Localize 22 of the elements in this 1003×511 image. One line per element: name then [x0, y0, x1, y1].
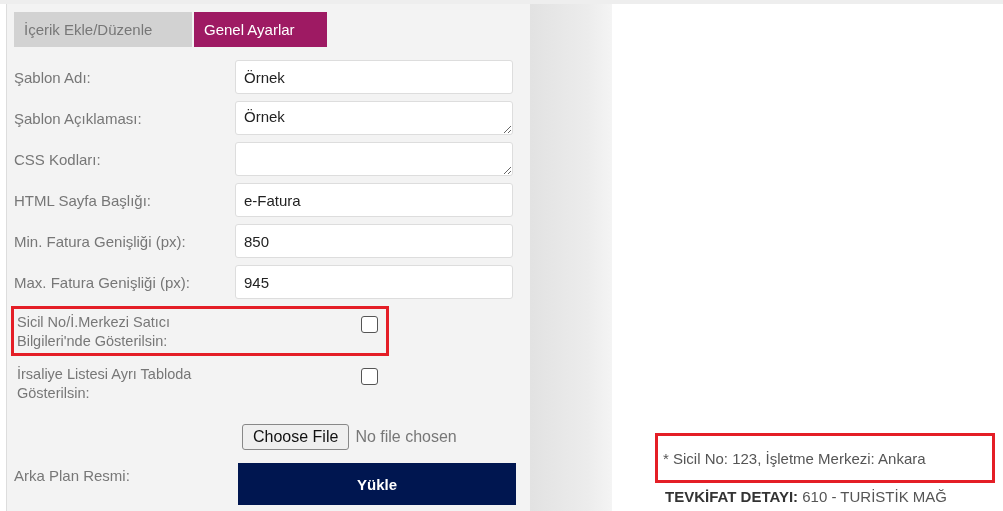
text-area[interactable]: Örnek — [235, 101, 513, 135]
input-field[interactable]: 850 — [235, 224, 513, 258]
field-label: Şablon Adı: — [14, 68, 92, 86]
field-label: HTML Sayfa Başlığı: — [14, 191, 152, 209]
checkbox[interactable] — [361, 316, 378, 333]
detail-text: TEVKİFAT DETAYI: 610 - TURİSTİK MAĞ — [665, 488, 948, 505]
field-label: Max. Fatura Genişliği (px): — [14, 273, 191, 291]
upload-button[interactable]: Yükle — [238, 463, 516, 505]
field-label: CSS Kodları: — [14, 150, 102, 168]
input-field[interactable]: Örnek — [235, 60, 513, 94]
checkbox-label: İrsaliye Listesi Ayrı Tabloda Gösterilsin: — [17, 365, 193, 403]
input-field[interactable]: e-Fatura — [235, 183, 513, 217]
choose-file-button[interactable]: Choose File — [242, 424, 350, 450]
input-field[interactable]: 945 — [235, 265, 513, 299]
file-status: No file chosen — [355, 428, 457, 446]
field-label: Min. Fatura Genişliği (px): — [14, 232, 187, 250]
tab[interactable]: Genel Ayarlar — [194, 12, 327, 47]
field-label: Arka Plan Resmi: — [14, 466, 131, 484]
checkbox-label: Sicil No/İ.Merkezi Satıcı Bilgileri'nde Gösterilsin: — [17, 313, 172, 351]
checkbox[interactable] — [361, 368, 378, 385]
field-label: Şablon Açıklaması: — [14, 109, 143, 127]
note-text: * Sicil No: 123, İşletme Merkezi: Ankara — [663, 449, 926, 467]
